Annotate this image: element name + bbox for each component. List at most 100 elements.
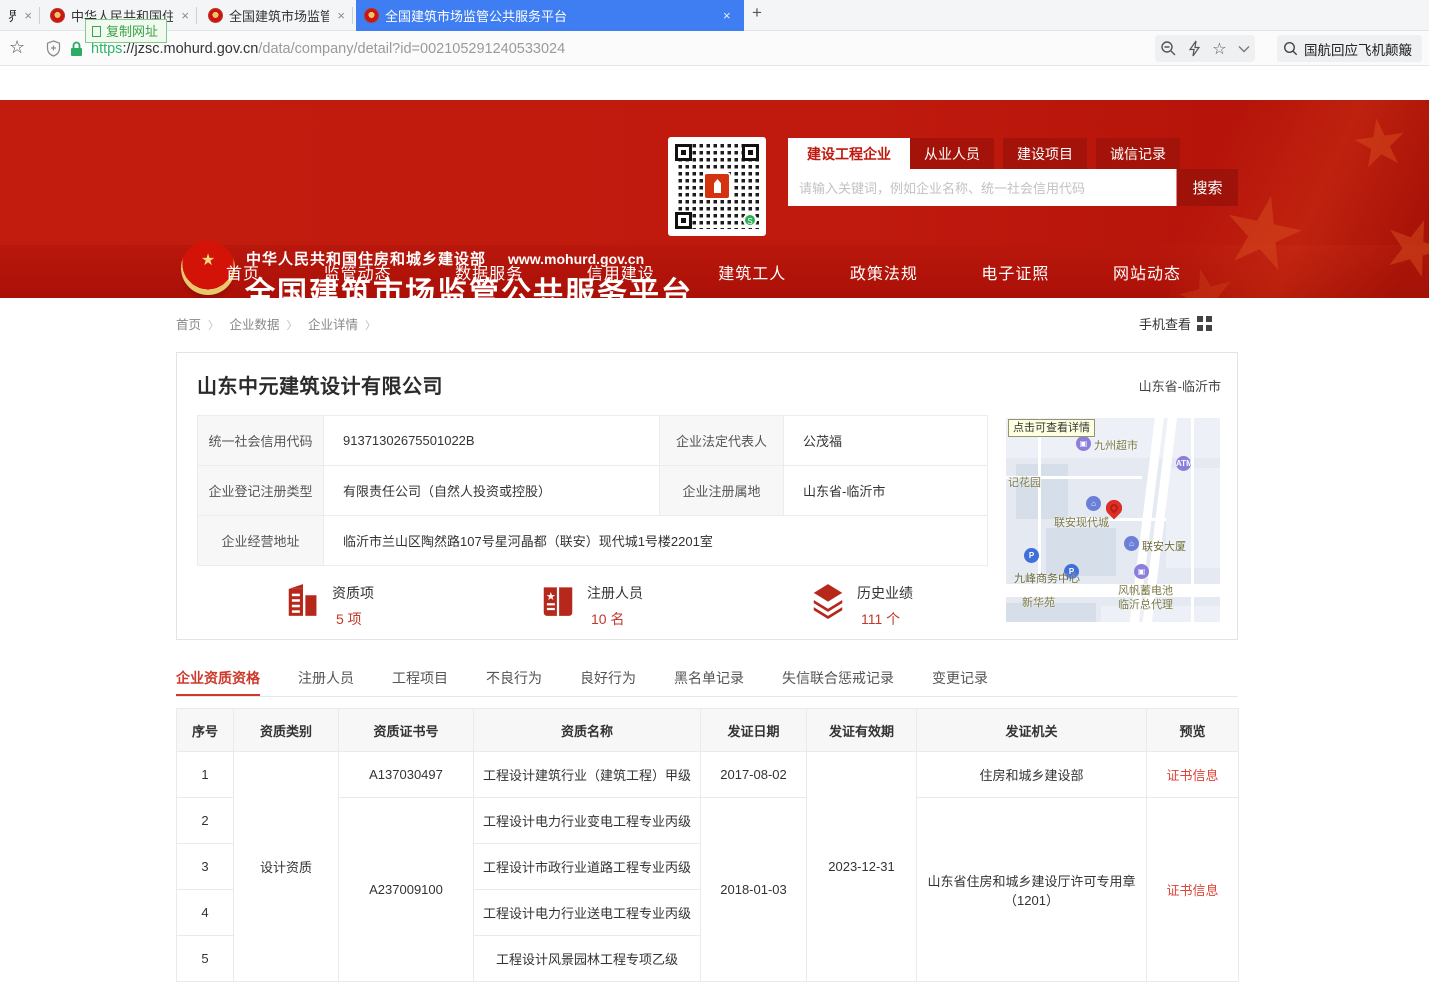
search-tab-enterprise[interactable]: 建设工程企业 <box>788 138 910 169</box>
browser-tab-partial[interactable]: 界 × <box>0 0 40 31</box>
row-no: 3 <box>177 844 234 890</box>
favorite-star-icon[interactable]: ☆ <box>1212 39 1226 59</box>
tab-favicon-emblem-icon <box>208 8 223 23</box>
location-map[interactable]: ▣ 九州超市 ATM 记花园 ⌂ 联安现代城 ⌂ 联安大厦 P P 九峰商务中心… <box>1006 418 1220 622</box>
lightning-icon[interactable] <box>1188 40 1201 57</box>
main-nav: 首页 监管动态 数据服务 信用建设 建筑工人 政策法规 电子证照 网站动态 <box>226 245 1181 298</box>
copy-icon <box>92 26 101 37</box>
tab-separator <box>352 7 353 24</box>
header-qr-code: S <box>668 137 766 236</box>
breadcrumb-company-data[interactable]: 企业数据 <box>230 318 280 332</box>
tab-bad-behavior[interactable]: 不良行为 <box>486 663 542 696</box>
qual-name: 工程设计建筑行业（建筑工程）甲级 <box>474 752 701 798</box>
address-bar-tools: ☆ <box>1155 35 1255 62</box>
nav-item-policy[interactable]: 政策法规 <box>850 260 918 284</box>
map-label: 记花园 <box>1008 474 1041 490</box>
search-button[interactable]: 搜索 <box>1176 169 1238 206</box>
stat-performance: 历史业绩111 个 <box>809 581 913 629</box>
nav-item-news[interactable]: 网站动态 <box>1113 260 1181 284</box>
field-label: 统一社会信用代码 <box>198 416 324 466</box>
detail-tabs: 企业资质资格 注册人员 工程项目 不良行为 良好行为 黑名单记录 失信联合惩戒记… <box>176 663 1238 697</box>
table-row: 1 设计资质 A137030497 工程设计建筑行业（建筑工程）甲级 2017-… <box>177 752 1239 798</box>
qr-mini-icon <box>1197 316 1212 331</box>
tab-qualifications[interactable]: 企业资质资格 <box>176 663 260 696</box>
nav-item-home[interactable]: 首页 <box>226 260 260 284</box>
row-no: 1 <box>177 752 234 798</box>
nav-item-data-service[interactable]: 数据服务 <box>455 260 523 284</box>
nav-item-credit[interactable]: 信用建设 <box>587 260 655 284</box>
badge-icon: ★ <box>539 581 577 619</box>
row-no: 5 <box>177 936 234 982</box>
breadcrumb-separator: 〉 <box>287 320 298 332</box>
layers-icon <box>809 581 847 619</box>
map-label: 联安大厦 <box>1142 538 1186 554</box>
tab-close-icon[interactable]: × <box>24 8 32 23</box>
zoom-out-icon[interactable] <box>1160 40 1177 57</box>
secure-lock-icon <box>70 41 83 57</box>
cert-no: A137030497 <box>339 752 474 798</box>
certificate-info-link[interactable]: 证书信息 <box>1147 752 1239 798</box>
tab-separator <box>196 7 197 24</box>
tab-close-icon[interactable]: × <box>723 8 731 23</box>
site-banner: 中华人民共和国住房和城乡建设部www.mohurd.gov.cn 全国建筑市场监… <box>0 100 1429 298</box>
mobile-view-link[interactable]: 手机查看 <box>1139 314 1212 333</box>
qual-name: 工程设计市政行业道路工程专业丙级 <box>474 844 701 890</box>
issue-date: 2018-01-03 <box>701 798 807 982</box>
stat-qualifications: 资质项5 项 <box>284 581 374 629</box>
search-tab-personnel[interactable]: 从业人员 <box>910 138 994 169</box>
qual-name: 工程设计电力行业送电工程专业丙级 <box>474 890 701 936</box>
cert-no: A237009100 <box>339 798 474 982</box>
tab-good-behavior[interactable]: 良好行为 <box>580 663 636 696</box>
svg-text:★: ★ <box>546 591 556 603</box>
company-info-table: 统一社会信用代码 91371302675501022B 企业法定代表人 公茂福 … <box>197 415 988 566</box>
map-marker-battery: ▣ <box>1134 564 1149 579</box>
map-label: 联安现代城 <box>1054 514 1109 530</box>
map-label: 临沂总代理 <box>1118 596 1173 612</box>
nav-item-workers[interactable]: 建筑工人 <box>718 260 786 284</box>
breadcrumb-company-detail[interactable]: 企业详情 <box>308 318 358 332</box>
nav-item-ecert[interactable]: 电子证照 <box>981 260 1049 284</box>
tab-dishonesty[interactable]: 失信联合惩戒记录 <box>782 663 894 696</box>
new-tab-button[interactable]: + <box>752 3 762 23</box>
tab-favicon-emblem-icon <box>50 8 65 23</box>
map-tooltip: 点击可查看详情 <box>1008 419 1095 437</box>
browser-tab-jzsc-active[interactable]: 全国建筑市场监管公共服务平台 × <box>356 0 744 31</box>
field-value: 91371302675501022B <box>324 416 660 466</box>
search-input[interactable]: 请输入关键词，例如企业名称、统一社会信用代码 <box>788 169 1176 206</box>
nav-item-supervision[interactable]: 监管动态 <box>324 260 392 284</box>
table-header-row: 序号 资质类别 资质证书号 资质名称 发证日期 发证有效期 发证机关 预览 <box>177 709 1239 752</box>
browser-tab-bar: 界 × 中华人民共和国住房和城乡建设 × 全国建筑市场监管公共服务平台 × 全国… <box>0 0 1429 31</box>
tab-favicon-emblem-icon <box>364 8 379 23</box>
search-tab-credit[interactable]: 诚信记录 <box>1096 138 1180 169</box>
row-no: 2 <box>177 798 234 844</box>
tab-registered-personnel[interactable]: 注册人员 <box>298 663 354 696</box>
bookmark-star-icon[interactable]: ☆ <box>9 37 25 58</box>
shield-plus-icon[interactable] <box>46 40 61 57</box>
tab-close-icon[interactable]: × <box>337 8 345 23</box>
company-stats: 资质项5 项 ★ 注册人员10 名 历史业绩111 个 <box>177 581 1007 633</box>
tab-separator <box>39 7 40 24</box>
browser-tab-jzsc-1[interactable]: 全国建筑市场监管公共服务平台 × <box>200 0 353 31</box>
field-label: 企业登记注册类型 <box>198 466 324 516</box>
map-label: 新华苑 <box>1022 594 1055 610</box>
company-region: 山东省-临沂市 <box>1139 376 1221 395</box>
field-label: 企业注册属地 <box>660 466 784 516</box>
tab-changes[interactable]: 变更记录 <box>932 663 988 696</box>
validity-date: 2023-12-31 <box>807 752 917 982</box>
stat-personnel: ★ 注册人员10 名 <box>539 581 643 629</box>
breadcrumb-home[interactable]: 首页 <box>176 318 201 332</box>
map-marker-building: ⌂ <box>1124 536 1139 551</box>
map-label: 九州超市 <box>1094 437 1138 453</box>
search-tab-project[interactable]: 建设项目 <box>1003 138 1087 169</box>
certificate-info-link[interactable]: 证书信息 <box>1147 798 1239 982</box>
tab-close-icon[interactable]: × <box>181 8 189 23</box>
chevron-down-icon[interactable] <box>1238 45 1250 53</box>
qr-green-badge: S <box>743 213 757 227</box>
search-icon <box>1283 41 1298 56</box>
field-label: 企业法定代表人 <box>660 416 784 466</box>
quick-search-box[interactable]: 国航回应飞机颠簸 <box>1277 35 1422 62</box>
tab-projects[interactable]: 工程项目 <box>392 663 448 696</box>
browser-address-bar: ☆ https://jzsc.mohurd.gov.cn/data/compan… <box>0 31 1429 66</box>
qr-center-logo <box>703 172 731 200</box>
tab-blacklist[interactable]: 黑名单记录 <box>674 663 744 696</box>
